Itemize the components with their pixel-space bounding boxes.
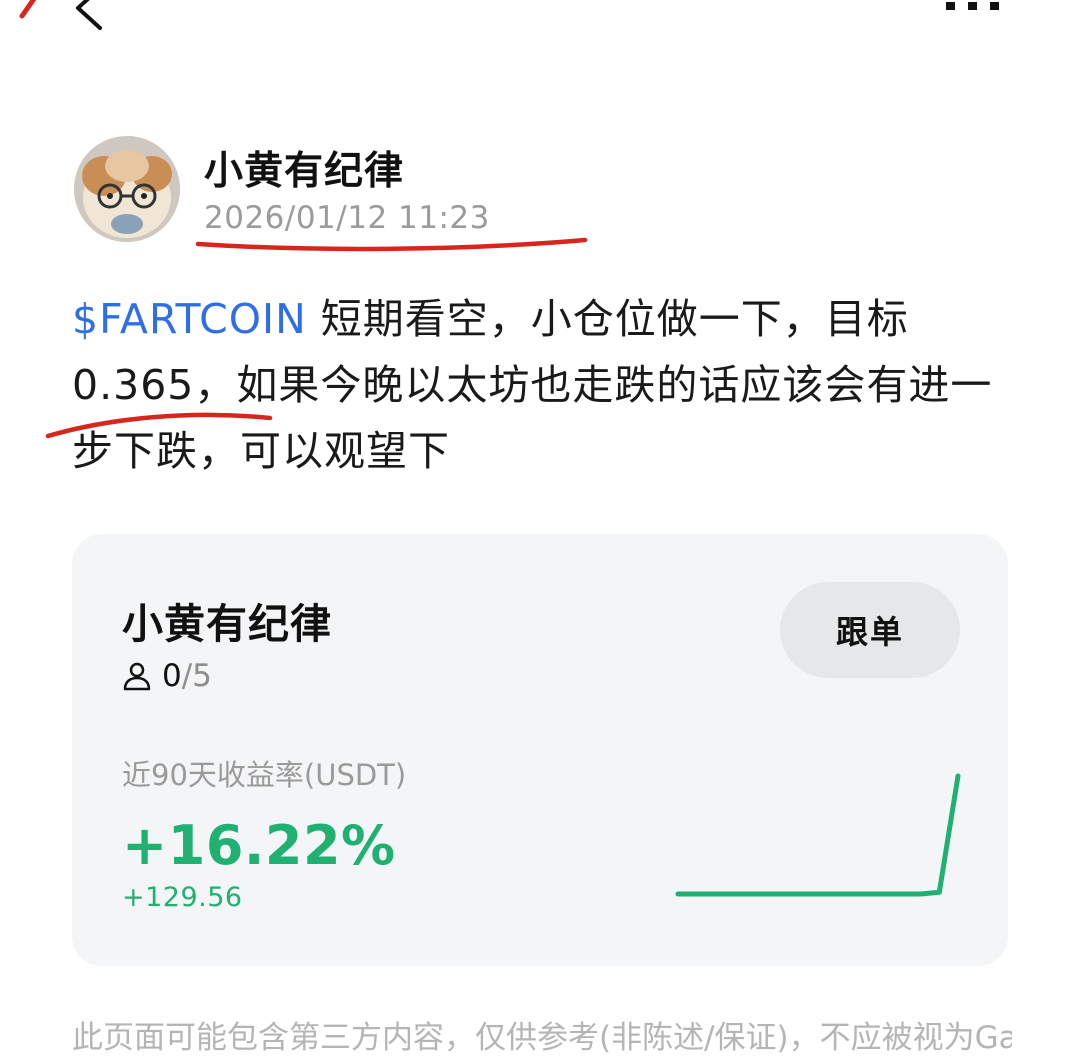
roi-label: 近90天收益率(USDT) xyxy=(122,758,407,792)
author-name[interactable]: 小黄有纪律 xyxy=(204,140,404,196)
chevron-left-icon xyxy=(76,0,102,30)
trader-card[interactable]: 小黄有纪律 跟单 0/5 近90天收益率(USDT) +16.22% +129.… xyxy=(72,534,1008,966)
roi-value: +16.22% xyxy=(122,814,396,877)
roi-sparkline xyxy=(675,773,961,897)
disclaimer-text: 此页面可能包含第三方内容，仅供参考(非陈述/保证)，不应被视为Gate xyxy=(72,1020,1012,1056)
sparkline-line xyxy=(675,773,961,897)
more-dots-icon xyxy=(946,2,999,10)
back-button[interactable] xyxy=(62,0,122,36)
pnl-value: +129.56 xyxy=(122,882,243,913)
avatar-image xyxy=(74,136,180,242)
more-button[interactable] xyxy=(938,0,1008,16)
trader-name: 小黄有纪律 xyxy=(122,600,332,648)
follower-count: 0/5 xyxy=(122,656,212,696)
copy-trade-button[interactable]: 跟单 xyxy=(780,582,960,678)
post-timestamp: 2026/01/12 11:23 xyxy=(204,200,490,236)
follower-current: 0 xyxy=(162,658,182,694)
post-body: $FARTCOIN 短期看空，小仓位做一下，目标 0.365，如果今晚以太坊也走… xyxy=(72,286,1012,484)
avatar[interactable] xyxy=(74,136,180,242)
ticker-link[interactable]: $FARTCOIN xyxy=(72,295,307,343)
follower-max: /5 xyxy=(181,658,212,694)
person-icon xyxy=(123,662,151,691)
